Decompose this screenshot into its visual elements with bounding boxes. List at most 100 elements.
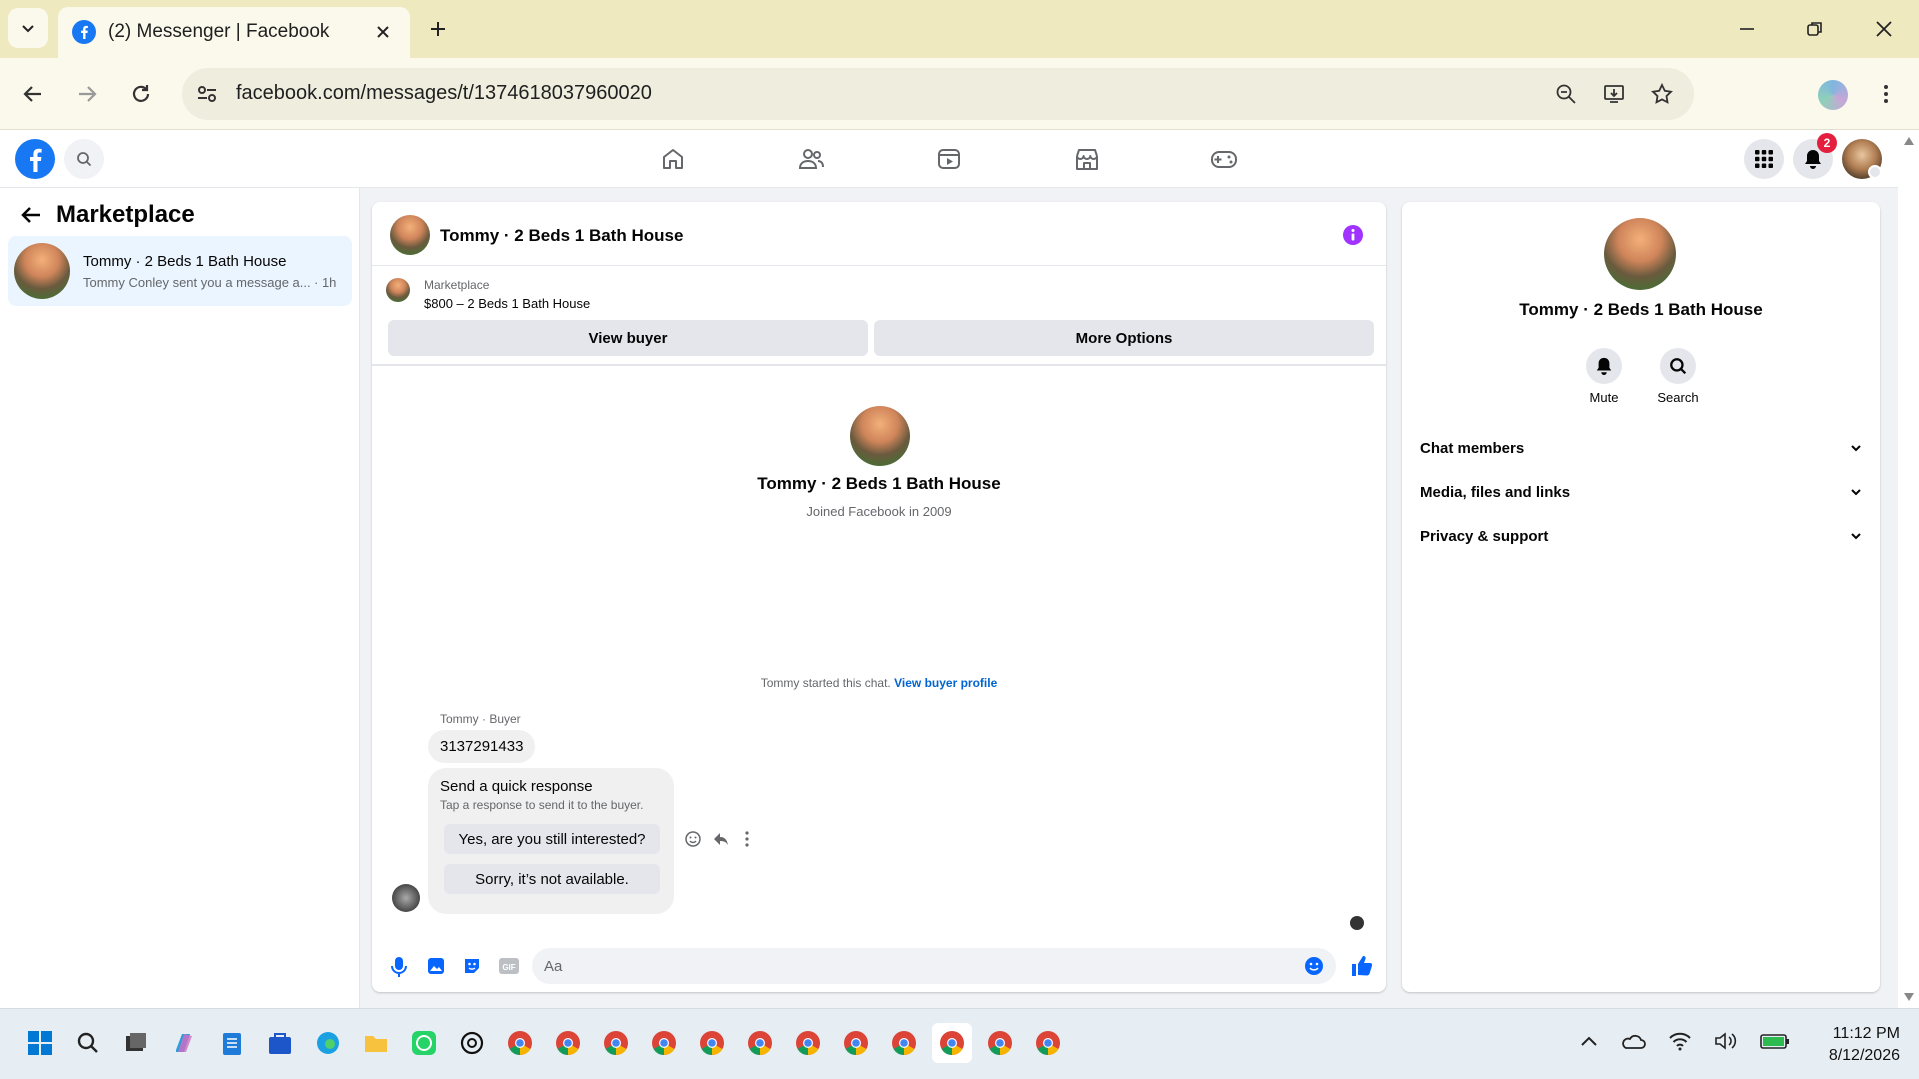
facebook-logo-icon[interactable] xyxy=(15,139,55,179)
section-chat-members[interactable]: Chat members xyxy=(1406,426,1876,470)
battery-icon[interactable] xyxy=(1760,1032,1790,1050)
chrome-icon xyxy=(988,1031,1012,1055)
message-bubble[interactable]: 3137291433 xyxy=(428,730,536,763)
chrome-icon xyxy=(604,1031,628,1055)
home-nav-icon[interactable] xyxy=(660,146,686,172)
account-avatar[interactable] xyxy=(1842,139,1882,179)
menu-button[interactable] xyxy=(1744,139,1784,179)
more-actions-icon[interactable] xyxy=(740,830,754,848)
site-info-icon[interactable] xyxy=(196,83,218,105)
react-icon[interactable] xyxy=(684,830,702,848)
chat-avatar[interactable] xyxy=(390,215,430,255)
onedrive-icon[interactable] xyxy=(1620,1032,1646,1050)
seen-avatar xyxy=(1350,916,1364,930)
taskbar-chrome[interactable] xyxy=(884,1023,924,1063)
reply-icon[interactable] xyxy=(712,830,730,848)
conversation-item[interactable]: Tommy · 2 Beds 1 Bath House Tommy Conley… xyxy=(8,236,352,306)
chrome-icon xyxy=(700,1031,724,1055)
facebook-search-button[interactable] xyxy=(64,139,104,179)
sticker-icon[interactable] xyxy=(462,956,482,976)
scroll-down-icon[interactable] xyxy=(1903,992,1915,1002)
taskbar-chrome-active[interactable] xyxy=(932,1023,972,1063)
forward-icon[interactable] xyxy=(76,83,98,105)
install-app-icon[interactable] xyxy=(1602,82,1626,106)
emoji-icon[interactable] xyxy=(1304,956,1324,976)
start-button[interactable] xyxy=(20,1023,60,1063)
view-buyer-button[interactable]: View buyer xyxy=(388,320,868,356)
details-avatar xyxy=(1604,218,1676,290)
taskbar-chrome[interactable] xyxy=(836,1023,876,1063)
edge-icon xyxy=(317,1032,339,1054)
more-options-button[interactable]: More Options xyxy=(874,320,1374,356)
browser-profile-avatar[interactable] xyxy=(1818,80,1848,110)
taskbar-chrome[interactable] xyxy=(788,1023,828,1063)
chat-title[interactable]: Tommy · 2 Beds 1 Bath House xyxy=(440,226,683,246)
gif-icon[interactable]: GIF xyxy=(498,956,520,976)
volume-icon[interactable] xyxy=(1714,1031,1738,1051)
chevron-down-icon xyxy=(1851,489,1861,496)
search-in-chat-button[interactable]: Search xyxy=(1650,348,1706,405)
minimize-icon[interactable] xyxy=(1738,20,1756,38)
taskbar-whatsapp[interactable] xyxy=(404,1023,444,1063)
back-icon[interactable] xyxy=(22,83,44,105)
zoom-icon[interactable] xyxy=(1554,82,1578,106)
like-icon[interactable] xyxy=(1350,954,1374,978)
taskbar-chatgpt[interactable] xyxy=(452,1023,492,1063)
section-media-files-links[interactable]: Media, files and links xyxy=(1406,470,1876,514)
chevron-up-icon[interactable] xyxy=(1580,1035,1598,1047)
taskbar-chrome[interactable] xyxy=(1028,1023,1068,1063)
tab-search-button[interactable] xyxy=(8,8,48,48)
taskbar-chrome[interactable] xyxy=(692,1023,732,1063)
new-tab-icon[interactable] xyxy=(428,19,448,39)
address-bar[interactable]: facebook.com/messages/t/1374618037960020 xyxy=(182,68,1694,120)
bookmark-star-icon[interactable] xyxy=(1650,82,1674,106)
taskbar-chrome[interactable] xyxy=(500,1023,540,1063)
chrome-icon xyxy=(892,1031,916,1055)
browser-tab[interactable]: (2) Messenger | Facebook xyxy=(58,7,410,58)
scroll-up-icon[interactable] xyxy=(1903,136,1915,146)
section-privacy-support[interactable]: Privacy & support xyxy=(1406,514,1876,558)
clock-date: 8/12/2026 xyxy=(1828,1047,1900,1064)
marketplace-nav-icon[interactable] xyxy=(1074,146,1100,172)
photo-icon[interactable] xyxy=(426,956,446,976)
message-input[interactable]: Aa xyxy=(532,948,1336,984)
conversation-avatar xyxy=(14,243,70,299)
info-icon[interactable] xyxy=(1342,224,1364,246)
close-tab-icon[interactable] xyxy=(374,23,392,41)
gaming-nav-icon[interactable] xyxy=(1210,146,1238,172)
listing-title[interactable]: $800 – 2 Beds 1 Bath House xyxy=(424,296,590,311)
taskbar-explorer[interactable] xyxy=(356,1023,396,1063)
taskbar-chrome[interactable] xyxy=(548,1023,588,1063)
taskbar-store[interactable] xyxy=(260,1023,300,1063)
notifications-button[interactable]: 2 xyxy=(1793,133,1837,179)
quick-response-option[interactable]: Sorry, it’s not available. xyxy=(444,864,660,894)
taskbar-chrome[interactable] xyxy=(740,1023,780,1063)
close-window-icon[interactable] xyxy=(1875,20,1893,38)
taskbar-chrome[interactable] xyxy=(596,1023,636,1063)
message-text: 3137291433 xyxy=(440,738,524,755)
taskbar-copilot[interactable] xyxy=(164,1023,204,1063)
taskbar-chrome[interactable] xyxy=(980,1023,1020,1063)
taskbar-search[interactable] xyxy=(68,1023,108,1063)
details-sections: Chat members Media, files and links Priv… xyxy=(1406,426,1876,558)
page-scrollbar[interactable] xyxy=(1898,130,1919,1008)
back-arrow-icon[interactable] xyxy=(20,204,42,226)
taskbar-edge[interactable] xyxy=(308,1023,348,1063)
reload-icon[interactable] xyxy=(130,83,152,105)
task-view-button[interactable] xyxy=(116,1023,156,1063)
search-label: Search xyxy=(1657,390,1699,405)
mute-button[interactable]: Mute xyxy=(1584,348,1624,405)
taskbar-notepad[interactable] xyxy=(212,1023,252,1063)
wifi-icon[interactable] xyxy=(1668,1031,1692,1051)
quick-response-option[interactable]: Yes, are you still interested? xyxy=(444,824,660,854)
clock[interactable]: 11:12 PM 8/12/2026 xyxy=(1800,1023,1900,1067)
view-buyer-profile-link[interactable]: View buyer profile xyxy=(894,676,997,690)
taskbar-chrome[interactable] xyxy=(644,1023,684,1063)
sender-avatar[interactable] xyxy=(392,884,420,912)
microphone-icon[interactable] xyxy=(390,956,408,978)
video-nav-icon[interactable] xyxy=(936,146,962,172)
browser-menu-icon[interactable] xyxy=(1878,82,1894,106)
profile-name: Tommy · 2 Beds 1 Bath House xyxy=(757,474,1001,493)
friends-nav-icon[interactable] xyxy=(798,146,824,172)
restore-icon[interactable] xyxy=(1806,20,1824,38)
